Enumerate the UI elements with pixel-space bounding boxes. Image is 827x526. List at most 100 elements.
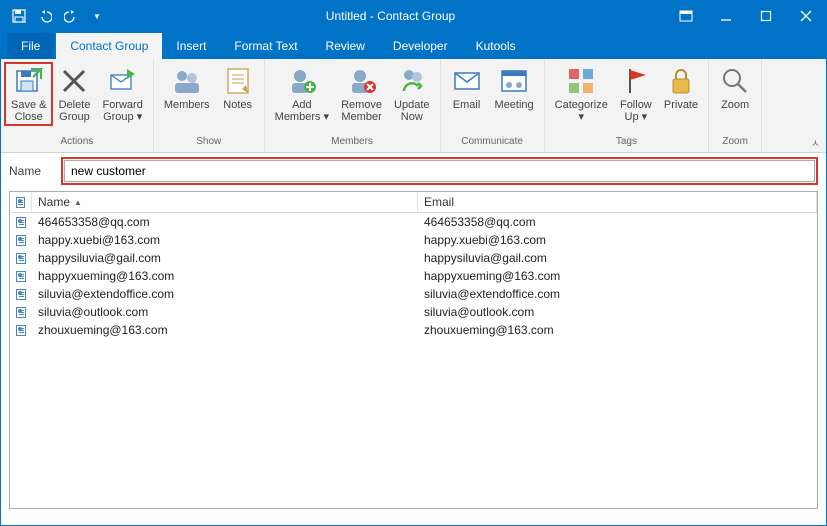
name-label: Name: [9, 164, 53, 178]
ribbon-group-tags: Categorize▾FollowUp ▾ Private Tags: [545, 59, 709, 152]
sort-asc-icon: ▲: [74, 198, 82, 207]
update-now-button[interactable]: UpdateNow: [388, 63, 435, 125]
tab-review[interactable]: Review: [312, 33, 379, 59]
table-row[interactable]: 464653358@qq.com464653358@qq.com: [10, 213, 817, 231]
delete-group-button[interactable]: DeleteGroup: [52, 63, 96, 125]
ribbon-display-options-icon[interactable]: [666, 1, 706, 31]
save-close-label: Save &Close: [11, 99, 46, 123]
tab-developer[interactable]: Developer: [379, 33, 462, 59]
tab-kutools[interactable]: Kutools: [462, 33, 530, 59]
table-row[interactable]: happyxueming@163.comhappyxueming@163.com: [10, 267, 817, 285]
notes-button[interactable]: Notes: [216, 63, 260, 113]
save-close-button[interactable]: Save &Close: [5, 63, 52, 125]
update-now-icon: [396, 65, 428, 97]
remove-member-icon: [346, 65, 378, 97]
window-controls: [666, 1, 826, 31]
column-icon[interactable]: [10, 192, 32, 212]
delete-group-label: DeleteGroup: [59, 99, 91, 123]
table-row[interactable]: siluvia@extendoffice.comsiluvia@extendof…: [10, 285, 817, 303]
row-email-cell: happy.xuebi@163.com: [418, 231, 817, 249]
contact-card-icon: [16, 217, 26, 228]
maximize-icon[interactable]: [746, 1, 786, 31]
private-icon: [665, 65, 697, 97]
contact-card-icon: [16, 307, 26, 318]
zoom-label: Zoom: [721, 99, 749, 111]
title-bar: ▼ Untitled - Contact Group: [1, 1, 826, 31]
notes-icon: [222, 65, 254, 97]
ribbon-group-actions: Save &Close DeleteGroupForwardGroup ▾ Acti…: [1, 59, 154, 152]
qat-undo-icon[interactable]: [33, 4, 57, 28]
contact-card-icon: [16, 197, 25, 208]
column-name-label: Name: [38, 195, 70, 209]
column-email[interactable]: Email: [418, 192, 817, 212]
tab-file[interactable]: File: [7, 33, 54, 59]
contact-card-icon: [16, 253, 26, 264]
table-row[interactable]: zhouxueming@163.comzhouxueming@163.com: [10, 321, 817, 339]
minimize-icon[interactable]: [706, 1, 746, 31]
row-email-cell: 464653358@qq.com: [418, 213, 817, 231]
meeting-label: Meeting: [495, 99, 534, 111]
row-name-cell: 464653358@qq.com: [32, 213, 418, 231]
row-icon-cell: [10, 231, 32, 249]
members-list: Name ▲ Email 464653358@qq.com464653358@q…: [9, 191, 818, 509]
row-email-cell: siluvia@outlook.com: [418, 303, 817, 321]
row-icon-cell: [10, 267, 32, 285]
row-name-cell: zhouxueming@163.com: [32, 321, 418, 339]
ribbon-group-label: Tags: [545, 136, 708, 152]
tab-insert[interactable]: Insert: [162, 33, 220, 59]
private-label: Private: [664, 99, 698, 111]
qat-customize-icon[interactable]: ▼: [85, 4, 109, 28]
save-close-icon: [13, 65, 45, 97]
meeting-button[interactable]: Meeting: [489, 63, 540, 113]
private-button[interactable]: Private: [658, 63, 704, 113]
categorize-icon: [565, 65, 597, 97]
zoom-button[interactable]: Zoom: [713, 63, 757, 113]
members-label: Members: [164, 99, 210, 111]
remove-member-button[interactable]: RemoveMember: [335, 63, 388, 125]
categorize-label: Categorize▾: [555, 99, 608, 123]
ribbon-tabs: FileContact GroupInsertFormat TextReview…: [1, 31, 826, 59]
collapse-ribbon-icon[interactable]: ㅅ: [811, 135, 820, 150]
contact-card-icon: [16, 325, 26, 336]
ribbon-group-label: Zoom: [709, 136, 761, 152]
ribbon-group-label: Actions: [1, 136, 153, 152]
column-name[interactable]: Name ▲: [32, 192, 418, 212]
row-name-cell: happysiluvia@gail.com: [32, 249, 418, 267]
members-button[interactable]: Members: [158, 63, 216, 113]
tab-format-text[interactable]: Format Text: [220, 33, 311, 59]
ribbon-group-label: Show: [154, 136, 264, 152]
categorize-button[interactable]: Categorize▾: [549, 63, 614, 125]
table-row[interactable]: siluvia@outlook.comsiluvia@outlook.com: [10, 303, 817, 321]
forward-group-button[interactable]: ForwardGroup ▾: [96, 63, 148, 125]
close-icon[interactable]: [786, 1, 826, 31]
notes-label: Notes: [223, 99, 252, 111]
qat-redo-icon[interactable]: [59, 4, 83, 28]
table-row[interactable]: happysiluvia@gail.comhappysiluvia@gail.c…: [10, 249, 817, 267]
row-icon-cell: [10, 321, 32, 339]
qat-save-icon[interactable]: [7, 4, 31, 28]
delete-group-icon: [58, 65, 90, 97]
list-header: Name ▲ Email: [10, 192, 817, 213]
row-icon-cell: [10, 303, 32, 321]
email-label: Email: [453, 99, 481, 111]
contact-card-icon: [16, 289, 26, 300]
tab-contact-group[interactable]: Contact Group: [56, 33, 162, 59]
table-row[interactable]: happy.xuebi@163.comhappy.xuebi@163.com: [10, 231, 817, 249]
meeting-icon: [498, 65, 530, 97]
contact-card-icon: [16, 235, 26, 246]
add-members-label: AddMembers ▾: [275, 99, 329, 123]
email-button[interactable]: Email: [445, 63, 489, 113]
quick-access-toolbar: ▼: [1, 4, 115, 28]
zoom-icon: [719, 65, 751, 97]
ribbon: Save &Close DeleteGroupForwardGroup ▾ Acti…: [1, 59, 826, 153]
row-email-cell: happyxueming@163.com: [418, 267, 817, 285]
add-members-button[interactable]: AddMembers ▾: [269, 63, 335, 125]
row-email-cell: siluvia@extendoffice.com: [418, 285, 817, 303]
ribbon-group-communicate: EmailMeetingCommunicate: [441, 59, 545, 152]
row-icon-cell: [10, 213, 32, 231]
follow-up-button[interactable]: FollowUp ▾: [614, 63, 658, 125]
row-name-cell: happyxueming@163.com: [32, 267, 418, 285]
name-input[interactable]: [64, 160, 815, 182]
window-title: Untitled - Contact Group: [115, 9, 666, 23]
ribbon-group-label: Members: [265, 136, 440, 152]
